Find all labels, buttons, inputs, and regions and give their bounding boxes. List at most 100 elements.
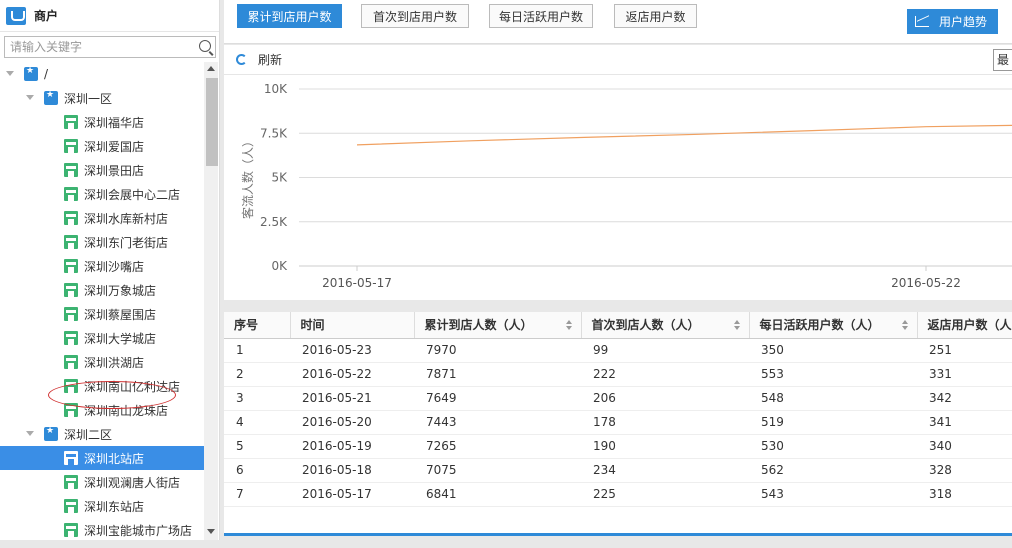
expand-caret-icon[interactable] (6, 70, 14, 78)
metric-tab-daily-active[interactable]: 每日活跃用户数 (489, 4, 593, 28)
store-icon (64, 283, 78, 297)
table-body: 1 2016-05-23 7970 99 350 251 2 2016-05-22 7871 22… (224, 338, 1012, 507)
tree-node[interactable]: 深圳二区 (0, 422, 204, 446)
tree-node[interactable]: 深圳南山龙珠店 (0, 398, 204, 422)
tree-node-label: 深圳福华店 (84, 115, 145, 130)
data-table: 序号 时间 累计到店人数（人） 首次到店人数（人） 每日活跃用户数（人） 返店用户数（人 … (224, 312, 1012, 507)
tree-node-label: 深圳会展中心二店 (84, 187, 181, 202)
tree-node[interactable]: / (0, 62, 204, 86)
tree-node-label: 深圳北站店 (84, 451, 145, 466)
scroll-thumb[interactable] (206, 78, 218, 166)
sort-icon[interactable] (901, 320, 909, 330)
store-icon (64, 331, 78, 345)
table-cell: 5 (224, 434, 290, 459)
store-tree: / 深圳一区深圳福华店深圳爱国店深圳景田店深圳会展中心二店深圳水库新村店深圳东门老… (0, 62, 204, 540)
store-icon (64, 379, 78, 393)
metric-tab-return[interactable]: 返店用户数 (614, 4, 697, 28)
table-cell: 562 (749, 458, 917, 483)
table-cell: 7265 (414, 434, 581, 459)
table-header-row: 序号 时间 累计到店人数（人） 首次到店人数（人） 每日活跃用户数（人） 返店用户数（人 (224, 312, 1012, 339)
tree-node-label: 深圳南山亿利达店 (84, 379, 181, 394)
merchant-icon (6, 6, 26, 25)
tree-node[interactable]: 深圳宝能城市广场店 (0, 518, 204, 540)
store-icon (64, 139, 78, 153)
tree-node[interactable]: 深圳一区 (0, 86, 204, 110)
store-icon (64, 451, 78, 465)
table-cell: 2016-05-19 (290, 434, 414, 459)
trend-chart-icon (915, 16, 929, 27)
user-trend-button[interactable]: 用户趋势 (907, 9, 998, 34)
table-row[interactable]: 4 2016-05-20 7443 178 519 341 (224, 410, 1012, 435)
table-cell: 225 (581, 482, 749, 507)
tree-node-label: 深圳东门老街店 (84, 235, 169, 250)
refresh-link[interactable]: 刷新 (258, 51, 282, 68)
table-cell: 7 (224, 482, 290, 507)
table-cell: 6 (224, 458, 290, 483)
table-cell: 7443 (414, 410, 581, 435)
scroll-up-icon[interactable] (207, 66, 215, 71)
table-cell: 2016-05-21 (290, 386, 414, 411)
table-cell: 2016-05-17 (290, 482, 414, 507)
tree-node-label: 深圳东站店 (84, 499, 145, 514)
search-input[interactable] (5, 37, 191, 57)
tree-node[interactable]: 深圳福华店 (0, 110, 204, 134)
range-select[interactable]: 最 (993, 49, 1012, 71)
table-row[interactable]: 6 2016-05-18 7075 234 562 328 (224, 458, 1012, 483)
sort-icon[interactable] (565, 320, 573, 330)
table-cell: 2016-05-20 (290, 410, 414, 435)
table-cell: 4 (224, 410, 290, 435)
table-row[interactable]: 1 2016-05-23 7970 99 350 251 (224, 338, 1012, 363)
column-header[interactable]: 首次到店人数（人） (581, 312, 750, 339)
tree-node[interactable]: 深圳洪湖店 (0, 350, 204, 374)
tree-node[interactable]: 深圳观澜唐人街店 (0, 470, 204, 494)
store-icon (64, 163, 78, 177)
sort-icon[interactable] (733, 320, 741, 330)
expand-caret-icon[interactable] (26, 430, 34, 438)
tree-node-label: 深圳一区 (64, 91, 113, 106)
table-row[interactable]: 5 2016-05-19 7265 190 530 340 (224, 434, 1012, 459)
search-icon[interactable] (199, 40, 211, 52)
table-cell: 178 (581, 410, 749, 435)
column-header[interactable]: 每日活跃用户数（人） (749, 312, 918, 339)
store-icon (64, 355, 78, 369)
tree-node-label: 深圳万象城店 (84, 283, 157, 298)
table-row[interactable]: 2 2016-05-22 7871 222 553 331 (224, 362, 1012, 387)
column-header-label: 返店用户数（人 (927, 318, 1012, 333)
expand-caret-icon[interactable] (26, 94, 34, 102)
column-header[interactable]: 累计到店人数（人） (414, 312, 582, 339)
user-trend-label: 用户趋势 (939, 15, 988, 29)
column-header-label: 每日活跃用户数（人） (759, 318, 880, 333)
table-row[interactable]: 7 2016-05-17 6841 225 543 318 (224, 482, 1012, 507)
tree-node[interactable]: 深圳东门老街店 (0, 230, 204, 254)
tree-node[interactable]: 深圳大学城店 (0, 326, 204, 350)
tree-node[interactable]: 深圳蔡屋围店 (0, 302, 204, 326)
table-row[interactable]: 3 2016-05-21 7649 206 548 342 (224, 386, 1012, 411)
refresh-icon[interactable] (236, 54, 247, 65)
tree-scrollbar[interactable] (204, 62, 218, 540)
tree-node[interactable]: 深圳万象城店 (0, 278, 204, 302)
table-cell: 2016-05-18 (290, 458, 414, 483)
table-cell: 7970 (414, 338, 581, 363)
table-cell: 553 (749, 362, 917, 387)
tree-node[interactable]: 深圳东站店 (0, 494, 204, 518)
table-cell: 548 (749, 386, 917, 411)
tree-node[interactable]: 深圳沙嘴店 (0, 254, 204, 278)
table-cell: 340 (917, 434, 1012, 459)
tree-node[interactable]: 深圳景田店 (0, 158, 204, 182)
tree-node[interactable]: 深圳会展中心二店 (0, 182, 204, 206)
store-icon (64, 523, 78, 537)
scroll-down-icon[interactable] (207, 529, 215, 534)
tree-node-label: 深圳大学城店 (84, 331, 157, 346)
table-cell: 6841 (414, 482, 581, 507)
tree-node[interactable]: 深圳水库新村店 (0, 206, 204, 230)
search-box (4, 36, 216, 58)
tree-node[interactable]: 深圳南山亿利达店 (0, 374, 204, 398)
chart-panel: 刷新 最 0K 2.5K 5K 7.5K 10K 客流人数（人） 2016-05-17 201… (224, 45, 1012, 300)
metric-tab-cumulative[interactable]: 累计到店用户数 (237, 4, 342, 28)
y-tick-label: 0K (271, 259, 288, 273)
tree-node-label: / (44, 67, 49, 81)
metric-tab-first-visit[interactable]: 首次到店用户数 (361, 4, 469, 28)
tree-node[interactable]: 深圳北站店 (0, 446, 204, 470)
tree-node[interactable]: 深圳爱国店 (0, 134, 204, 158)
column-header: 返店用户数（人 (917, 312, 1012, 339)
